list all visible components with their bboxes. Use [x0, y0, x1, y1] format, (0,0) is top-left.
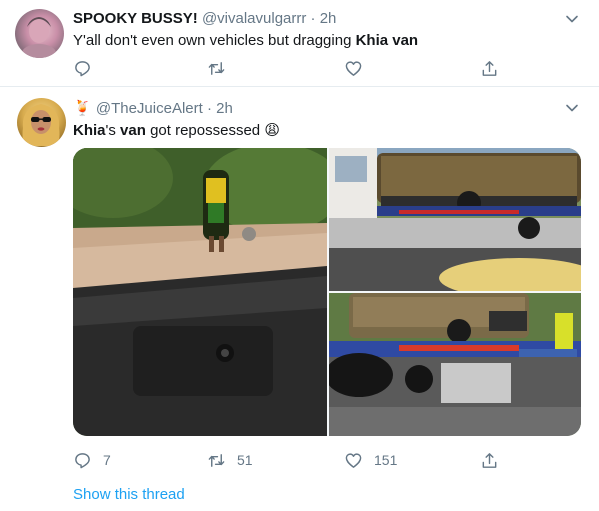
tweet-header: 🍹 @TheJuiceAlert · 2h: [73, 99, 233, 117]
chevron-down-icon[interactable]: [565, 101, 579, 115]
like-icon: [345, 452, 362, 468]
tweet-header: SPOOKY BUSSY! @vivalavulgarrr · 2h: [73, 10, 336, 27]
reply-button[interactable]: 7: [73, 449, 111, 471]
retweet-count: 51: [237, 452, 253, 468]
timestamp[interactable]: 2h: [216, 100, 233, 117]
retweet-icon: [208, 61, 225, 75]
tweet-text-bold: Khia: [73, 122, 106, 139]
share-icon: [482, 452, 497, 468]
tweet-text: Khia's van got repossessed 😩: [73, 121, 280, 139]
chevron-down-icon[interactable]: [565, 12, 579, 26]
handle[interactable]: @TheJuiceAlert: [96, 100, 203, 117]
reply-button[interactable]: [73, 57, 103, 79]
share-button[interactable]: [480, 449, 499, 471]
tweet-text-part: Y'all don't even own vehicles but draggi…: [73, 32, 356, 49]
retweet-button[interactable]: [207, 57, 237, 79]
retweet-button[interactable]: 51: [207, 449, 253, 471]
share-icon: [482, 60, 497, 76]
reply-icon: [75, 60, 90, 76]
avatar[interactable]: [17, 98, 66, 147]
reply-icon: [75, 452, 90, 468]
media-grid: [73, 148, 581, 436]
retweet-icon: [208, 453, 225, 467]
media-photo-woman[interactable]: [73, 148, 327, 436]
timestamp[interactable]: 2h: [320, 10, 337, 27]
tweet-text-part: got repossessed: [145, 122, 265, 139]
reply-count: 7: [103, 452, 111, 468]
separator-dot: ·: [310, 10, 316, 27]
display-name-emoji[interactable]: 🍹: [73, 100, 92, 117]
weary-face-emoji: 😩: [264, 122, 280, 139]
like-icon: [345, 60, 362, 76]
handle[interactable]: @vivalavulgarrr: [202, 10, 306, 27]
tweet-text: Y'all don't even own vehicles but draggi…: [73, 32, 418, 49]
like-button[interactable]: 151: [344, 449, 397, 471]
like-button[interactable]: [344, 57, 374, 79]
tweet-1[interactable]: SPOOKY BUSSY! @vivalavulgarrr · 2h Y'all…: [0, 0, 599, 87]
avatar[interactable]: [15, 9, 64, 58]
action-bar: 7 51 151: [73, 449, 503, 471]
tweet-text-part: 's: [105, 122, 121, 139]
separator-dot: ·: [206, 100, 212, 117]
display-name[interactable]: SPOOKY BUSSY!: [73, 10, 198, 27]
show-thread-link[interactable]: Show this thread: [73, 486, 185, 503]
like-count: 151: [374, 452, 398, 468]
share-button[interactable]: [480, 57, 499, 79]
tweet-text-bold: van: [120, 122, 146, 139]
tweet-text-bold: Khia van: [355, 32, 419, 49]
media-photo-tow-truck[interactable]: [329, 148, 581, 291]
action-bar: [73, 57, 503, 79]
media-photo-van-closeup[interactable]: [329, 293, 581, 436]
